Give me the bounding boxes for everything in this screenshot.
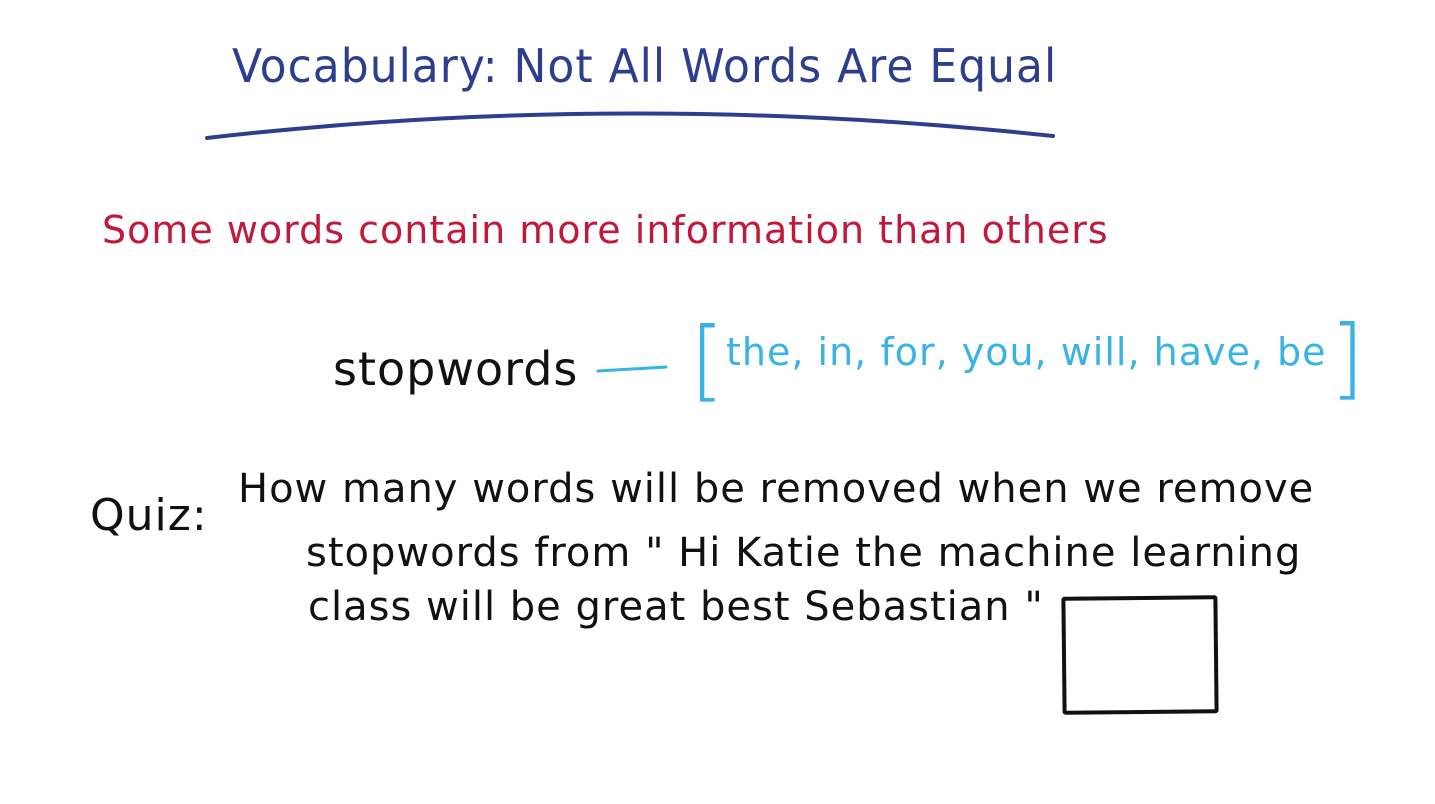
- dash-line: [596, 365, 668, 373]
- title-underline: [205, 111, 1055, 140]
- quiz-question-line: class will be great best Sebastian ": [308, 584, 1044, 630]
- bracket-open: [: [690, 308, 726, 411]
- quiz-answer-box[interactable]: [1061, 595, 1219, 715]
- quiz-question-line: How many words will be removed when we r…: [238, 466, 1315, 512]
- whiteboard-slide: Vocabulary: Not All Words Are Equal Some…: [0, 0, 1435, 804]
- stopwords-label: stopwords: [333, 342, 579, 396]
- quiz-question-line: stopwords from " Hi Katie the machine le…: [306, 530, 1302, 576]
- bracket-close: ]: [1330, 306, 1366, 409]
- slide-title: Vocabulary: Not All Words Are Equal: [232, 40, 1058, 94]
- quiz-label: Quiz:: [90, 490, 208, 541]
- subtitle: Some words contain more information than…: [102, 208, 1109, 252]
- stopwords-list: the, in, for, you, will, have, be: [726, 330, 1327, 374]
